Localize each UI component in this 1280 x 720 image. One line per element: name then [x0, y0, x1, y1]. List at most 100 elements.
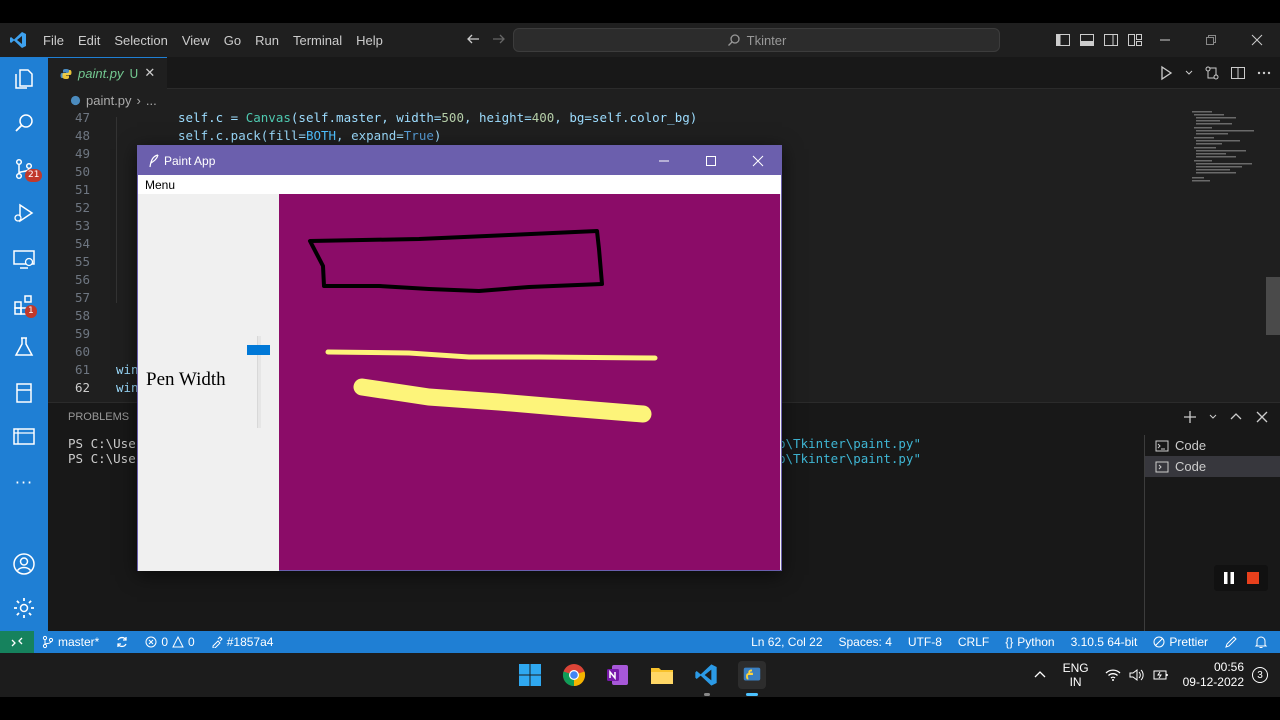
tab-paint-py[interactable]: paint.py U ✕: [48, 57, 168, 89]
menu-go[interactable]: Go: [217, 33, 248, 48]
terminal-line[interactable]: p\Tkinter\paint.py": [778, 436, 921, 451]
menu-file[interactable]: File: [36, 33, 71, 48]
encoding[interactable]: UTF-8: [900, 635, 950, 649]
terminal-dropdown-chevron-icon[interactable]: [1208, 409, 1218, 425]
terminal-item-selected[interactable]: Code: [1145, 456, 1280, 477]
branch-status[interactable]: master*: [34, 635, 107, 649]
pause-icon[interactable]: [1222, 571, 1236, 585]
close-panel-icon[interactable]: [1254, 409, 1270, 425]
paint-close-icon[interactable]: [734, 146, 781, 175]
testing-icon[interactable]: [0, 327, 48, 367]
pen-width-slider-thumb[interactable]: [247, 345, 270, 355]
new-terminal-icon[interactable]: [1182, 409, 1198, 425]
back-arrow-icon[interactable]: [465, 31, 481, 47]
command-center[interactable]: Tkinter: [513, 28, 1000, 52]
code-line-62[interactable]: win: [116, 379, 139, 397]
toggle-panel-icon[interactable]: [1079, 32, 1095, 48]
code-line-48[interactable]: self.c.pack(fill=BOTH, expand=True): [178, 127, 441, 145]
notifications-icon[interactable]: [1246, 635, 1276, 649]
search-icon[interactable]: [0, 103, 48, 143]
color-status[interactable]: #1857a4: [203, 635, 282, 649]
code-line-61[interactable]: win: [116, 361, 139, 379]
language-indicator[interactable]: ENG IN: [1063, 661, 1089, 689]
minimize-icon[interactable]: [1142, 23, 1188, 57]
forward-arrow-icon[interactable]: [491, 31, 507, 47]
clock[interactable]: 00:56 09-12-2022: [1183, 660, 1244, 690]
maximize-panel-icon[interactable]: [1228, 409, 1244, 425]
toggle-secondary-sidebar-icon[interactable]: [1103, 32, 1119, 48]
tray-chevron-icon[interactable]: [1033, 668, 1047, 682]
vscode-taskbar-icon[interactable]: [692, 661, 720, 689]
explorer-icon[interactable]: [0, 59, 48, 99]
breadcrumb-file[interactable]: paint.py: [86, 93, 132, 108]
tab-problems[interactable]: PROBLEMS: [68, 411, 129, 423]
windows-start-icon[interactable]: [516, 661, 544, 689]
terminal-item[interactable]: Code: [1145, 435, 1280, 456]
menu-run[interactable]: Run: [248, 33, 286, 48]
settings-icon[interactable]: [0, 588, 48, 628]
indentation[interactable]: Spaces: 4: [831, 635, 900, 649]
sync-icon[interactable]: [107, 635, 137, 649]
color-picker-icon: [211, 636, 223, 648]
onenote-icon[interactable]: [604, 661, 632, 689]
notification-count[interactable]: 3: [1252, 667, 1268, 683]
run-file-icon[interactable]: [1158, 65, 1174, 81]
paint-title-bar[interactable]: Paint App: [138, 146, 781, 175]
paint-minimize-icon[interactable]: [640, 146, 687, 175]
tab-close-icon[interactable]: ✕: [144, 66, 155, 81]
run-debug-icon[interactable]: [0, 193, 48, 233]
menu-view[interactable]: View: [175, 33, 217, 48]
warning-count: 0: [188, 635, 195, 649]
chrome-icon[interactable]: [560, 661, 588, 689]
menu-terminal[interactable]: Terminal: [286, 33, 349, 48]
remote-explorer-icon[interactable]: [0, 239, 48, 279]
error-icon: [145, 636, 157, 648]
more-actions-icon[interactable]: [1256, 65, 1272, 81]
source-control-icon[interactable]: 21: [0, 149, 48, 189]
vscode-logo-icon: [0, 31, 36, 49]
python-app-icon[interactable]: [738, 661, 766, 689]
menu-edit[interactable]: Edit: [71, 33, 107, 48]
feedback-icon[interactable]: [1216, 635, 1246, 649]
split-editor-icon[interactable]: [1230, 65, 1246, 81]
problems-status[interactable]: 0 0: [137, 635, 202, 649]
more-icon[interactable]: ···: [0, 462, 48, 502]
open-changes-icon[interactable]: [1204, 65, 1220, 81]
language-mode[interactable]: {} Python: [997, 635, 1062, 649]
battery-icon[interactable]: [1153, 668, 1169, 682]
bookmark-icon[interactable]: [0, 373, 48, 413]
account-icon[interactable]: [0, 544, 48, 584]
volume-icon[interactable]: [1129, 668, 1145, 682]
editor-scrollbar[interactable]: [1266, 277, 1280, 335]
restore-icon[interactable]: [1188, 23, 1234, 57]
python-interpreter[interactable]: 3.10.5 64-bit: [1063, 635, 1146, 649]
terminal-line[interactable]: PS C:\User: [68, 451, 143, 466]
line-number: 52: [74, 200, 90, 215]
cursor-position[interactable]: Ln 62, Col 22: [743, 635, 830, 649]
paint-maximize-icon[interactable]: [687, 146, 734, 175]
stop-icon[interactable]: [1246, 571, 1260, 585]
extensions-icon[interactable]: 1: [0, 285, 48, 325]
terminal-line[interactable]: p\Tkinter\paint.py": [778, 451, 921, 466]
terminal-line[interactable]: PS C:\User: [68, 436, 143, 451]
customize-layout-icon[interactable]: [1127, 32, 1143, 48]
menu-help[interactable]: Help: [349, 33, 390, 48]
remote-icon[interactable]: [0, 631, 34, 653]
run-dropdown-chevron-icon[interactable]: [1184, 65, 1194, 81]
close-icon[interactable]: [1234, 23, 1280, 57]
prettier-status[interactable]: Prettier: [1145, 635, 1216, 649]
wifi-icon[interactable]: [1105, 668, 1121, 682]
breadcrumb-more[interactable]: ...: [146, 93, 157, 108]
menu-selection[interactable]: Selection: [107, 33, 174, 48]
toggle-sidebar-icon[interactable]: [1055, 32, 1071, 48]
paint-menu-item[interactable]: Menu: [138, 178, 175, 192]
pen-width-label: Pen Width: [146, 369, 226, 390]
code-line-47[interactable]: self.c = Canvas(self.master, width=500, …: [178, 109, 697, 127]
line-number: 56: [74, 272, 90, 287]
line-ending[interactable]: CRLF: [950, 635, 997, 649]
drawing-canvas[interactable]: [279, 194, 780, 570]
file-explorer-icon[interactable]: [648, 661, 676, 689]
panels-icon[interactable]: [0, 417, 48, 457]
minimap[interactable]: [1190, 111, 1258, 201]
prettier-label: Prettier: [1169, 635, 1208, 649]
